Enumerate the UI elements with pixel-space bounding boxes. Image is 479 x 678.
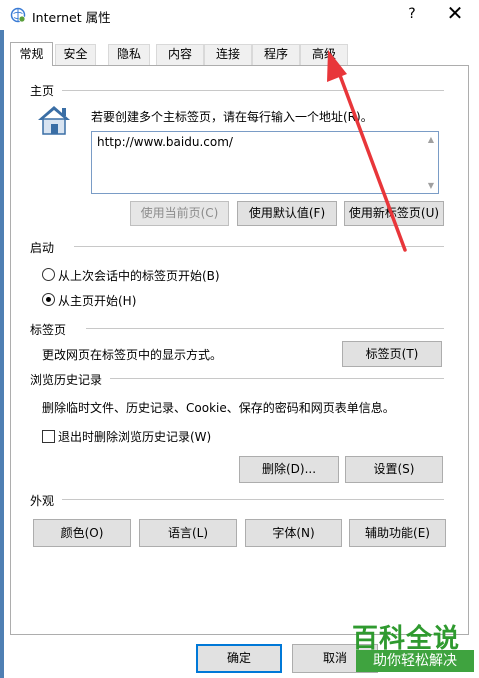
tab-general[interactable]: 常规 <box>10 42 53 66</box>
watermark-slogan: 助你轻松解决 <box>356 650 474 672</box>
help-button[interactable]: ? <box>401 2 423 26</box>
background-window-edge <box>0 30 4 678</box>
tab-programs[interactable]: 程序 <box>252 44 300 65</box>
close-button[interactable]: ✕ <box>440 2 470 26</box>
tab-label: 高级 <box>311 47 336 61</box>
internet-options-icon <box>10 7 26 23</box>
button-label: 使用当前页(C) <box>140 206 219 220</box>
divider <box>74 246 444 247</box>
history-description: 删除临时文件、历史记录、Cookie、保存的密码和网页表单信息。 <box>42 401 395 415</box>
delete-on-exit-checkbox[interactable] <box>42 430 55 443</box>
divider <box>62 90 444 91</box>
appearance-section-title: 外观 <box>30 494 55 508</box>
button-label: 辅助功能(E) <box>365 526 430 540</box>
divider <box>62 499 444 500</box>
tab-connections[interactable]: 连接 <box>204 44 252 65</box>
ok-button[interactable]: 确定 <box>196 644 282 673</box>
tab-label: 程序 <box>263 47 288 61</box>
languages-button[interactable]: 语言(L) <box>139 519 237 547</box>
use-new-tab-button[interactable]: 使用新标签页(U) <box>344 201 444 226</box>
tab-privacy[interactable]: 隐私 <box>108 44 150 65</box>
radio-home-page-label: 从主页开始(H) <box>58 294 137 308</box>
homepage-section-title: 主页 <box>30 84 55 98</box>
history-section-title: 浏览历史记录 <box>30 373 103 387</box>
button-label: 字体(N) <box>272 526 315 540</box>
colors-button[interactable]: 颜色(O) <box>33 519 131 547</box>
radio-home-page[interactable] <box>42 293 55 306</box>
button-label: 使用新标签页(U) <box>348 206 440 220</box>
radio-selected-dot <box>46 297 51 302</box>
radio-last-session[interactable] <box>42 268 55 281</box>
button-label: 颜色(O) <box>60 526 104 540</box>
startup-section-title: 启动 <box>30 241 55 255</box>
tabs-section-title: 标签页 <box>30 323 67 337</box>
tab-advanced[interactable]: 高级 <box>300 44 348 65</box>
radio-last-session-label: 从上次会话中的标签页开始(B) <box>58 269 220 283</box>
button-label: 取消 <box>322 651 347 665</box>
tab-label: 常规 <box>19 47 44 61</box>
button-label: 设置(S) <box>373 462 415 476</box>
homepage-url-value: http://www.baidu.com/ <box>97 135 233 149</box>
button-label: 确定 <box>226 651 251 665</box>
scroll-up-icon[interactable]: ▲ <box>428 135 434 144</box>
tabs-settings-button[interactable]: 标签页(T) <box>342 341 442 367</box>
tab-label: 隐私 <box>116 47 141 61</box>
tab-label: 内容 <box>167 47 192 61</box>
history-settings-button[interactable]: 设置(S) <box>345 456 443 483</box>
tab-content[interactable]: 内容 <box>156 44 204 65</box>
tabs-description: 更改网页在标签页中的显示方式。 <box>42 348 223 362</box>
tab-label: 安全 <box>63 47 88 61</box>
accessibility-button[interactable]: 辅助功能(E) <box>349 519 446 547</box>
use-current-button[interactable]: 使用当前页(C) <box>130 201 229 226</box>
scroll-down-icon[interactable]: ▼ <box>428 181 434 190</box>
button-label: 标签页(T) <box>365 347 419 361</box>
fonts-button[interactable]: 字体(N) <box>245 519 342 547</box>
homepage-url-textarea[interactable]: http://www.baidu.com/ ▲ ▼ <box>91 131 439 194</box>
button-label: 使用默认值(F) <box>248 206 326 220</box>
use-default-button[interactable]: 使用默认值(F) <box>237 201 337 226</box>
homepage-instruction: 若要创建多个主标签页，请在每行输入一个地址(R)。 <box>91 110 373 124</box>
divider <box>110 378 444 379</box>
tab-label: 连接 <box>215 47 240 61</box>
window-title: Internet 属性 <box>32 10 111 25</box>
button-label: 删除(D)... <box>261 462 317 476</box>
divider <box>86 328 444 329</box>
button-label: 语言(L) <box>167 526 209 540</box>
home-icon <box>38 106 70 135</box>
delete-on-exit-label: 退出时删除浏览历史记录(W) <box>58 430 212 444</box>
tab-security[interactable]: 安全 <box>55 44 96 65</box>
delete-history-button[interactable]: 删除(D)... <box>239 456 339 483</box>
title-bar: Internet 属性 ? ✕ <box>0 0 479 30</box>
